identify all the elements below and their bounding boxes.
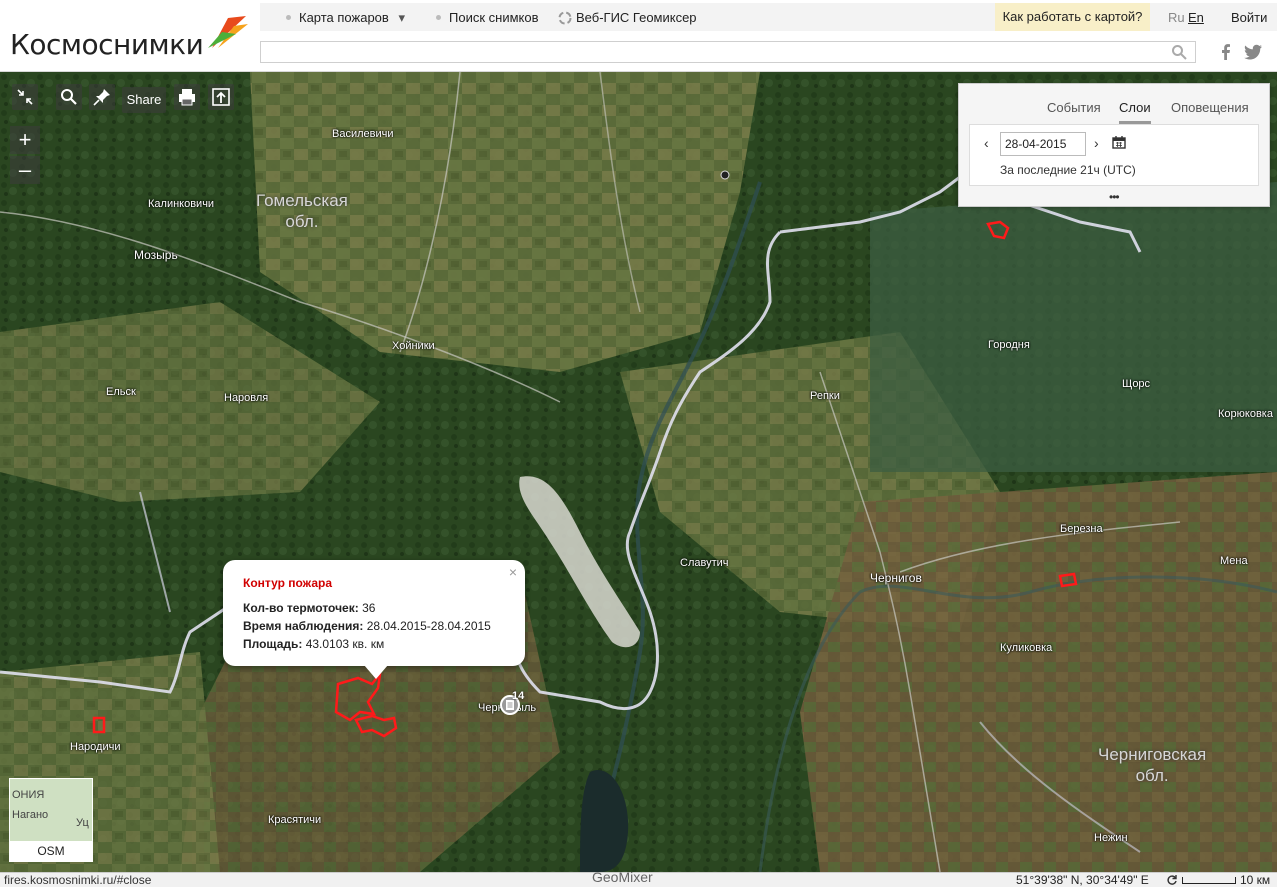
map-search-button[interactable] xyxy=(56,84,82,110)
popup-pointer xyxy=(364,665,388,679)
place-label: Мена xyxy=(1220,555,1248,567)
region-label: Черниговская обл. xyxy=(1098,745,1207,785)
osm-layer-button[interactable]: OSM xyxy=(10,841,92,861)
place-label: Куликовка xyxy=(1000,642,1053,654)
calendar-icon[interactable] xyxy=(1112,135,1126,149)
pin-icon xyxy=(93,89,110,106)
zoom-out-button[interactable]: – xyxy=(10,156,40,184)
pin-button[interactable] xyxy=(89,84,115,110)
tab-alerts[interactable]: Оповещения xyxy=(1171,100,1249,115)
minimap-label: ОНИЯ xyxy=(12,789,45,801)
place-label: Корюковка xyxy=(1218,408,1273,420)
nav-image-search[interactable]: Поиск снимков xyxy=(436,10,538,25)
place-label: Ельск xyxy=(106,386,136,398)
popup-title: Контур пожара xyxy=(243,576,333,590)
layers-panel: События Слои Оповещения ‹ › За последние… xyxy=(958,83,1270,207)
print-icon xyxy=(179,89,195,106)
geomixer-icon xyxy=(558,11,572,25)
logo-icon xyxy=(208,16,248,48)
place-label: Наровля xyxy=(224,392,269,404)
thermo-row: Кол-во термоточек: 36 xyxy=(243,601,376,615)
place-label: Репки xyxy=(810,390,840,402)
tab-layers[interactable]: Слои xyxy=(1119,100,1151,124)
tab-events[interactable]: События xyxy=(1047,100,1101,115)
lang-ru-link[interactable]: Ru xyxy=(1168,10,1185,25)
minimap-label: Нагано xyxy=(12,809,49,821)
facebook-icon[interactable] xyxy=(1216,42,1236,62)
collapse-icon xyxy=(17,89,33,105)
bullet-icon xyxy=(436,15,441,21)
place-label: Василевичи xyxy=(332,128,394,140)
close-icon[interactable]: × xyxy=(509,564,517,580)
more-button[interactable]: ••• xyxy=(1109,190,1120,204)
place-label: Чернигов xyxy=(870,571,922,585)
search-icon[interactable] xyxy=(1171,44,1187,60)
place-label: Щорс xyxy=(1122,378,1151,390)
place-label: Красятичи xyxy=(268,814,322,826)
period-text: За последние 21ч (UTC) xyxy=(1000,163,1136,177)
chevron-down-icon: ▾ xyxy=(398,10,405,25)
scale-label: 10 км xyxy=(1240,873,1271,887)
status-url: fires.kosmosnimki.ru/#close xyxy=(4,873,152,887)
upload-button[interactable] xyxy=(208,84,234,110)
login-link[interactable]: Войти xyxy=(1231,10,1267,25)
upload-icon xyxy=(212,88,230,106)
search-input[interactable] xyxy=(260,41,1196,63)
fire-popup: × Контур пожара Кол-во термоточек: 36 Вр… xyxy=(223,560,525,666)
place-label: Калинковичи xyxy=(148,198,215,210)
minimap[interactable]: ОНИЯ Нагано Уц OSM xyxy=(9,778,93,862)
map-canvas[interactable]: Василевичи Калинковичи Мозырь Хойники Ел… xyxy=(0,72,1277,872)
scale-bar xyxy=(1182,877,1236,884)
place-label: Славутич xyxy=(680,557,729,569)
prev-date-button[interactable]: ‹ xyxy=(984,135,989,151)
search-icon xyxy=(61,89,77,105)
nav-geomixer[interactable]: Веб-ГИС Геомиксер xyxy=(558,10,697,26)
date-picker: ‹ › За последние 21ч (UTC) xyxy=(969,124,1259,186)
zoom-in-button[interactable]: + xyxy=(10,126,40,154)
place-label: Городня xyxy=(988,339,1030,351)
top-nav: Карта пожаров ▾ Поиск снимков Веб-ГИС Ге… xyxy=(260,3,1277,31)
area-row: Площадь: 43.0103 кв. км xyxy=(243,637,385,651)
fullscreen-button[interactable] xyxy=(12,84,38,110)
next-date-button[interactable]: › xyxy=(1094,135,1099,151)
bullet-icon xyxy=(286,15,291,21)
date-input[interactable] xyxy=(1000,132,1086,156)
place-label: Народичи xyxy=(70,741,121,753)
cluster-count: 14 xyxy=(512,690,525,702)
coordinates-readout[interactable]: 51°39'38" N, 30°34'49" E xyxy=(1016,873,1149,887)
geomixer-logo[interactable]: GeoMixer xyxy=(592,870,653,885)
print-button[interactable] xyxy=(174,84,200,110)
lang-en-link[interactable]: En xyxy=(1188,10,1204,25)
nav-fire-map[interactable]: Карта пожаров ▾ xyxy=(286,10,405,26)
region-label: Гомельская обл. xyxy=(256,191,348,231)
place-label: Хойники xyxy=(392,340,435,352)
place-label: Нежин xyxy=(1094,832,1128,844)
minimap-label: Уц xyxy=(76,817,89,829)
share-button[interactable]: Share xyxy=(122,87,166,113)
twitter-icon[interactable] xyxy=(1243,42,1263,62)
place-label: Мозырь xyxy=(134,248,178,262)
header: Космоснимки Карта пожаров ▾ Поиск снимко… xyxy=(0,0,1277,72)
place-label: Березна xyxy=(1060,523,1103,535)
time-row: Время наблюдения: 28.04.2015-28.04.2015 xyxy=(243,619,491,633)
refresh-icon[interactable] xyxy=(1166,874,1178,886)
help-button[interactable]: Как работать с картой? xyxy=(995,3,1150,31)
logo-text[interactable]: Космоснимки xyxy=(10,28,204,61)
status-bar: fires.kosmosnimki.ru/#close GeoMixer 51°… xyxy=(0,870,1277,887)
